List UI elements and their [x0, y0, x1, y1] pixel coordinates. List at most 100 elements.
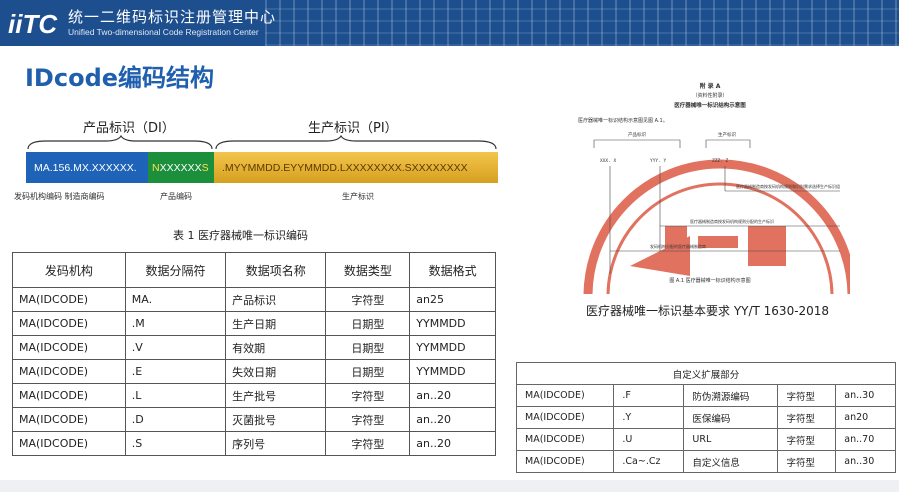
cell: an..70: [835, 428, 896, 451]
cell: MA(IDCODE): [12, 431, 126, 456]
cell: 字符型: [777, 450, 837, 473]
doc-note-1: 医疗器械制造商按发码机构规则和识别需求选择生产标识组: [736, 183, 840, 189]
cell: MA(IDCODE): [12, 383, 126, 408]
cell: 字符型: [777, 428, 837, 451]
cell: 生产日期: [225, 311, 327, 336]
doc-code-1: XXX. X: [600, 158, 617, 164]
cell: MA(IDCODE): [12, 287, 126, 312]
header-title-cn: 统一二维码标识注册管理中心: [68, 8, 277, 26]
cell: 字符型: [325, 407, 411, 432]
cell: 字符型: [777, 406, 837, 429]
header-title-en: Unified Two-dimensional Code Registratio…: [68, 27, 259, 37]
table-row: MA(IDCODE) .F 防伪溯源编码 字符型 an..30: [515, 384, 896, 407]
cell: an..30: [835, 450, 896, 473]
segment-product-x: XXXXXX: [159, 161, 202, 174]
cell: .D: [124, 407, 227, 432]
cell: MA(IDCODE): [515, 428, 615, 451]
table-title-row: 自定义扩展部分: [516, 362, 896, 385]
cell: 产品标识: [225, 287, 327, 312]
cell: an..20: [409, 383, 496, 408]
table-row: MA(IDCODE) .D 灭菌批号 字符型 an..20: [12, 407, 496, 432]
cell: 失效日期: [225, 359, 327, 384]
di-label: 产品标识（DI）: [83, 121, 175, 136]
cell: an..30: [835, 384, 896, 407]
bottom-strip: [0, 480, 899, 492]
cell: an..20: [409, 431, 496, 456]
segment-production-id: .MYYMMDD.EYYMMDD.LXXXXXXXX.SXXXXXXXX: [214, 152, 498, 183]
sub-label-issuer: 发码机构编码 制造商编码: [14, 192, 105, 201]
table-row: MA(IDCODE) .V 有效期 日期型 YYMMDD: [12, 335, 496, 360]
doc-note-2: 医疗器械制造商按发码机构规则分配的生产标识: [690, 218, 774, 224]
cell: 有效期: [225, 335, 327, 360]
col-header: 数据分隔符: [124, 252, 227, 288]
cell: YYMMDD: [409, 335, 496, 360]
table-row: MA(IDCODE) .L 生产批号 字符型 an..20: [12, 383, 496, 408]
doc-pi-label: 生产标识: [718, 131, 736, 138]
col-header: 发码机构: [12, 252, 126, 288]
cell: .U: [613, 428, 685, 451]
cell: 字符型: [325, 383, 411, 408]
cell: MA(IDCODE): [12, 335, 126, 360]
cell: MA.: [124, 287, 227, 312]
cell: YYMMDD: [409, 311, 496, 336]
table2-title: 自定义扩展部分: [516, 362, 896, 385]
cell: 日期型: [325, 311, 411, 336]
document-caption: 医疗器械唯一标识基本要求 YY/T 1630-2018: [586, 304, 830, 318]
table-row: MA(IDCODE) .U URL 字符型 an..70: [515, 428, 896, 451]
cell: URL: [683, 428, 779, 451]
segment-issuer-text: MA.156.MX.XXXXXX.: [34, 161, 137, 174]
cell: .Y: [613, 406, 685, 429]
doc-note-3: 发码机构分配的医疗器械制造商: [650, 243, 706, 249]
col-header: 数据格式: [409, 252, 496, 288]
cell: MA(IDCODE): [12, 359, 126, 384]
table-header-row: 发码机构 数据分隔符 数据项名称 数据类型 数据格式: [12, 252, 496, 288]
doc-code-3: ZZZ. Z: [712, 158, 729, 164]
table-row: MA(IDCODE) .Ca~.Cz 自定义信息 字符型 an..30: [515, 450, 896, 473]
cell: an20: [835, 406, 896, 429]
doc-code-2: YYY. Y: [650, 158, 667, 164]
cell: MA(IDCODE): [12, 407, 126, 432]
cell: 日期型: [325, 335, 411, 360]
cell: 字符型: [777, 384, 837, 407]
page-title: IDcode编码结构: [25, 64, 215, 92]
table-row: MA(IDCODE) .E 失效日期 日期型 YYMMDD: [12, 359, 496, 384]
cell: .S: [124, 431, 227, 456]
cell: 日期型: [325, 359, 411, 384]
doc-di-label: 产品标识: [628, 131, 646, 138]
col-header: 数据项名称: [225, 252, 327, 288]
doc-intro-line: 医疗器械唯一标识结构示意图见图 A.1。: [578, 117, 668, 124]
cell: .M: [124, 311, 227, 336]
table-row: MA(IDCODE) .Y 医保编码 字符型 an20: [515, 406, 896, 429]
cell: an25: [409, 287, 496, 312]
cell: an..20: [409, 407, 496, 432]
header-bar: iiTC 统一二维码标识注册管理中心 Unified Two-dimension…: [0, 0, 899, 46]
cell: 生产批号: [225, 383, 327, 408]
logo-icon: iiTC: [8, 9, 58, 39]
cell: YYMMDD: [409, 359, 496, 384]
svg-text:iiTC: iiTC: [8, 9, 58, 39]
header-pattern: [265, 0, 899, 46]
sub-label-production: 生产标识: [342, 192, 374, 201]
cell: 灭菌批号: [225, 407, 327, 432]
table-row: MA(IDCODE) MA. 产品标识 字符型 an25: [12, 287, 496, 312]
table1-caption: 表 1 医疗器械唯一标识编码: [173, 229, 308, 242]
cell: 字符型: [325, 287, 411, 312]
doc-appendix-note: （资料性附录）: [692, 92, 727, 99]
cell: 防伪溯源编码: [683, 384, 779, 407]
col-header: 数据类型: [325, 252, 411, 288]
table-row: MA(IDCODE) .M 生产日期 日期型 YYMMDD: [12, 311, 496, 336]
cell: .E: [124, 359, 227, 384]
segment-product-code: N XXXXXX S: [148, 152, 214, 183]
doc-heading: 医疗器械唯一标识结构示意图: [674, 101, 746, 109]
cell: 自定义信息: [683, 450, 779, 473]
pi-label: 生产标识（PI）: [308, 121, 398, 136]
cell: MA(IDCODE): [12, 311, 126, 336]
cell: .V: [124, 335, 227, 360]
cell: 字符型: [325, 431, 411, 456]
segment-issuer-code: MA.156.MX.XXXXXX.: [26, 152, 148, 183]
cell: .F: [613, 384, 685, 407]
cell: 序列号: [225, 431, 327, 456]
udi-code-table: 发码机构 数据分隔符 数据项名称 数据类型 数据格式 MA(IDCODE) MA…: [12, 252, 496, 456]
segment-production-text: .MYYMMDD.EYYMMDD.LXXXXXXXX.SXXXXXXXX: [222, 161, 468, 174]
doc-figure-caption: 图 A.1 医疗器械唯一标识结构示意图: [669, 277, 750, 284]
